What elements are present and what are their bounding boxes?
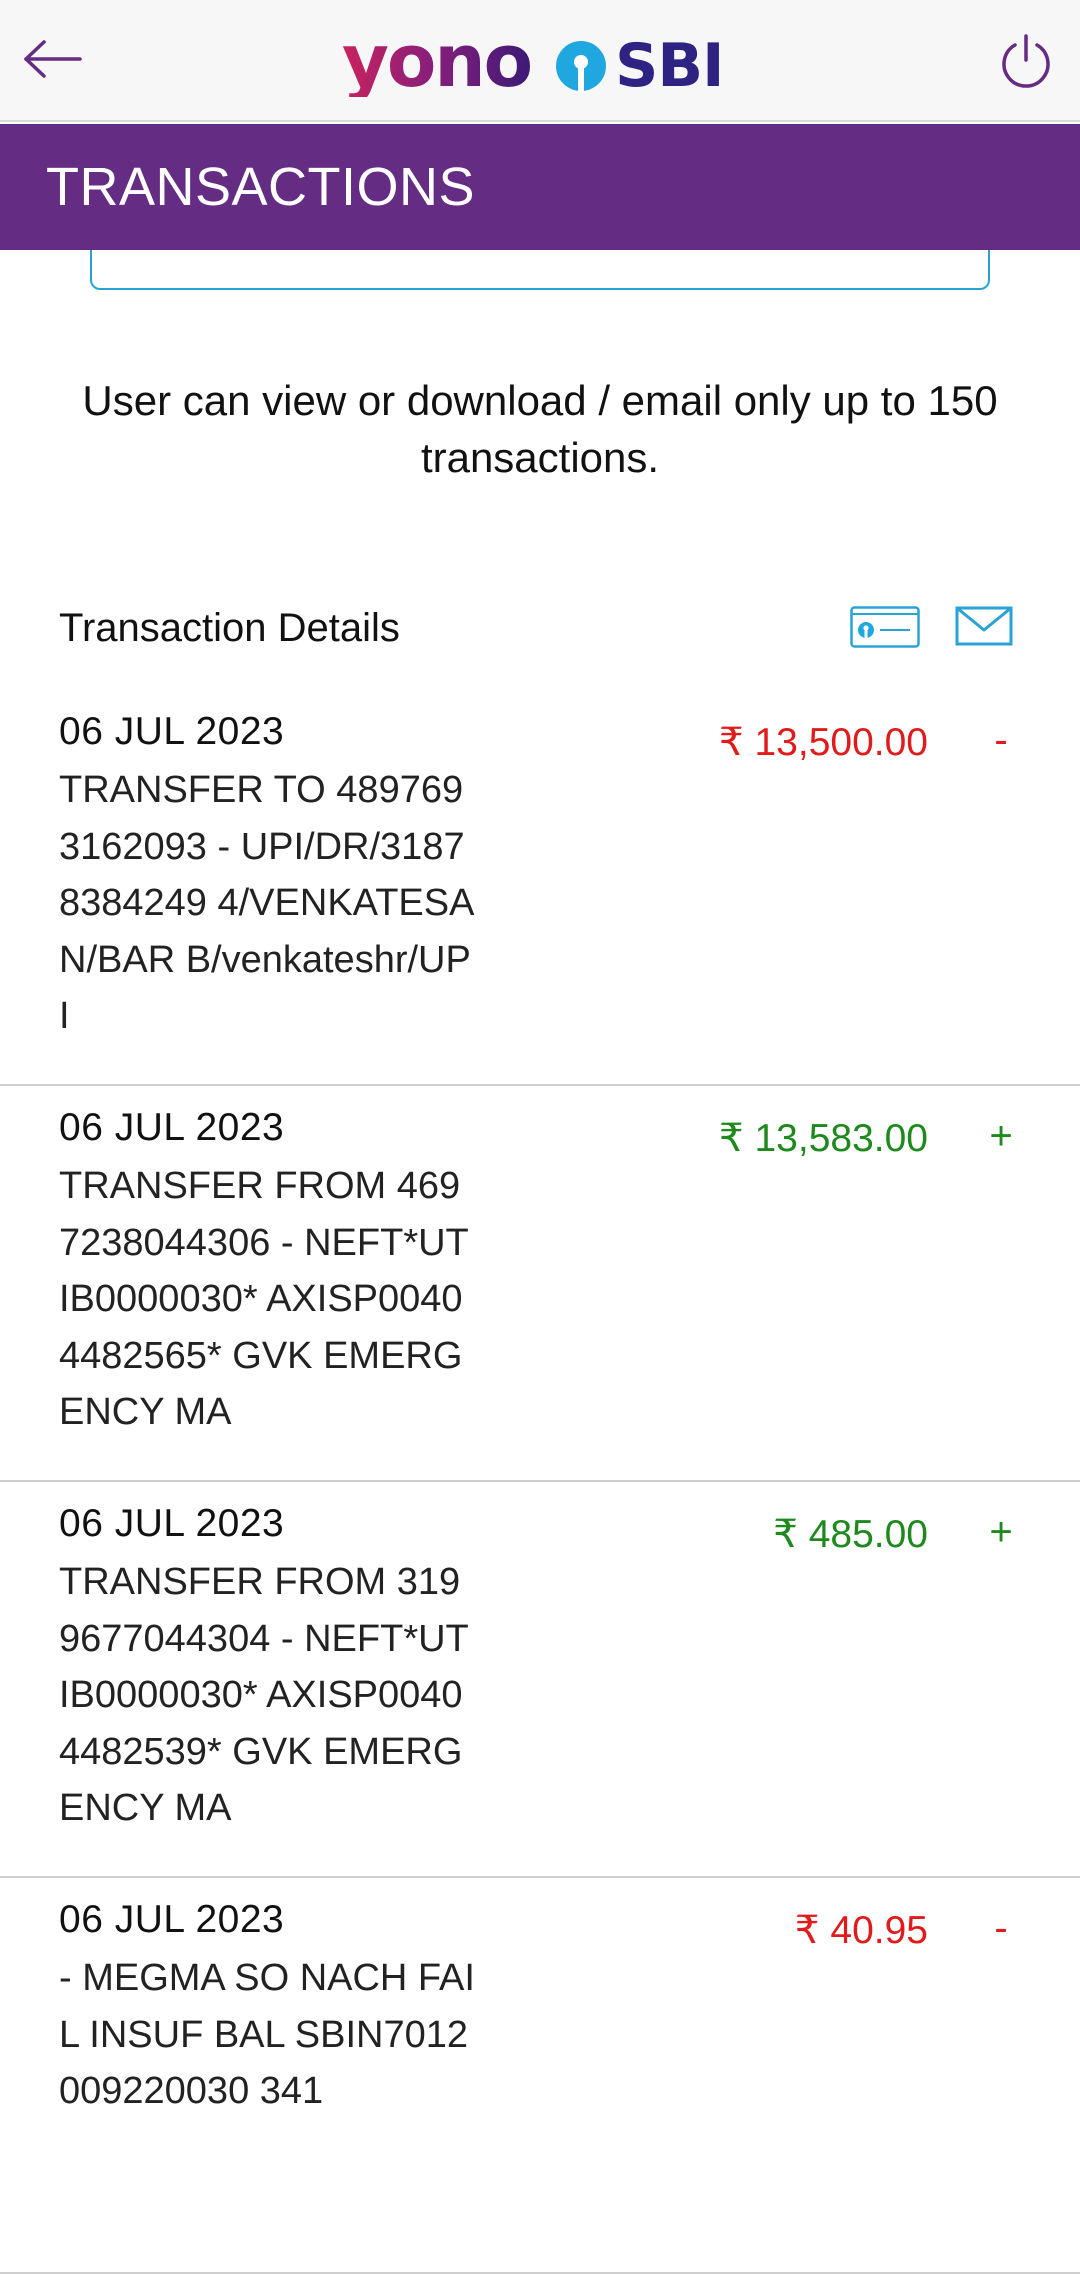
page-header: TRANSACTIONS [0, 124, 1080, 250]
transaction-list: 06 JUL 2023 TRANSFER TO 4897693162093 - … [0, 690, 1080, 2274]
transaction-date: 06 JUL 2023 [59, 1502, 285, 1545]
transaction-date: 06 JUL 2023 [59, 1898, 285, 1941]
passbook-icon [850, 606, 920, 648]
transaction-sign: + [989, 1510, 1013, 1554]
transaction-description: - MEGMA SO NACH FAIL INSUF BAL SBIN70120… [59, 1957, 475, 2112]
transaction-limit-notice: User can view or download / email only u… [82, 377, 998, 481]
logo-sbi-text: SBI [615, 31, 724, 101]
email-statement-button[interactable] [955, 606, 1013, 646]
transaction-amount: ₹ 13,500.00 [718, 721, 928, 764]
page-title: TRANSACTIONS [46, 157, 476, 217]
logo-yono-text: yono [342, 19, 533, 103]
logout-button[interactable] [994, 30, 1058, 94]
back-button[interactable] [18, 28, 88, 90]
sbi-keyhole-icon [556, 41, 607, 92]
transaction-row[interactable]: 06 JUL 2023 TRANSFER FROM 3199677044304 … [0, 1482, 1080, 1878]
transaction-row[interactable]: 06 JUL 2023 TRANSFER TO 4897693162093 - … [0, 690, 1080, 1086]
transaction-details-header: Transaction Details [0, 596, 1080, 666]
arrow-left-icon [24, 40, 82, 78]
transaction-date: 06 JUL 2023 [59, 710, 285, 753]
transaction-row[interactable]: 06 JUL 2023 TRANSFER FROM 4697238044306 … [0, 1086, 1080, 1482]
yono-sbi-logo: yono SBI [342, 19, 742, 106]
email-icon [955, 606, 1013, 646]
transaction-amount: ₹ 40.95 [794, 1909, 928, 1952]
transaction-date: 06 JUL 2023 [59, 1106, 285, 1149]
power-icon [1002, 34, 1050, 88]
transaction-amount: ₹ 13,583.00 [718, 1117, 928, 1160]
transaction-description: TRANSFER FROM 3199677044304 - NEFT*UTIB0… [59, 1561, 469, 1829]
transaction-description: TRANSFER FROM 4697238044306 - NEFT*UTIB0… [59, 1165, 469, 1433]
transaction-details-label: Transaction Details [59, 606, 400, 650]
transaction-description: TRANSFER TO 4897693162093 - UPI/DR/31878… [59, 769, 475, 1037]
transaction-sign: + [989, 1114, 1013, 1158]
transaction-sign: - [994, 718, 1008, 762]
transaction-amount: ₹ 485.00 [773, 1513, 928, 1556]
app-bar: yono SBI [0, 0, 1080, 122]
transaction-row[interactable]: 06 JUL 2023 - MEGMA SO NACH FAIL INSUF B… [0, 1878, 1080, 2274]
transaction-sign: - [994, 1906, 1008, 1950]
download-passbook-button[interactable] [850, 606, 920, 648]
